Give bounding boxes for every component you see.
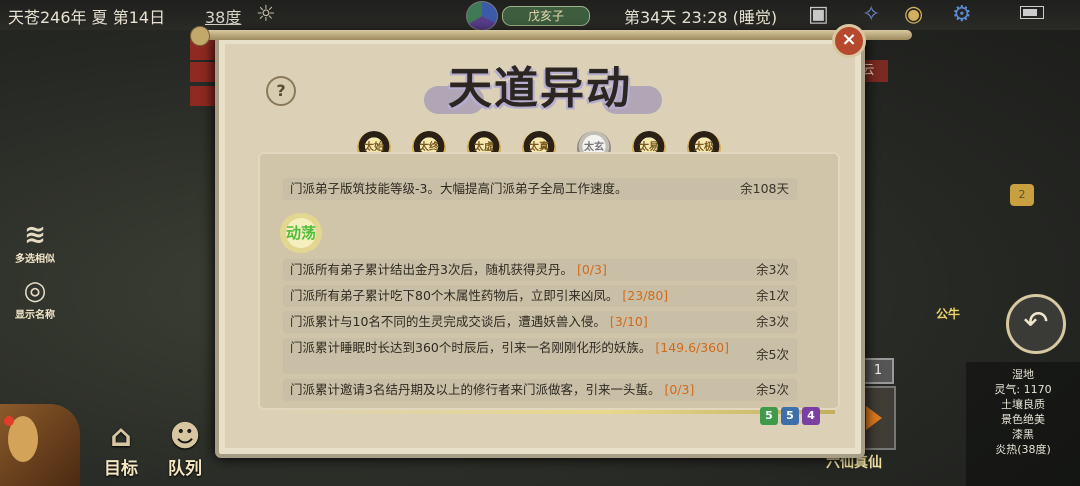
multi-select-label: 多选相似 (15, 254, 55, 265)
chip-green[interactable]: 5 (760, 407, 778, 425)
tile-soil: 土壤良质 (1001, 398, 1045, 411)
gear-icon[interactable]: ⚙ (952, 2, 972, 27)
condition-remaining: 余3次 (756, 262, 789, 277)
condition-remaining: 余1次 (756, 288, 789, 303)
battery-icon (1020, 6, 1044, 19)
temperature[interactable]: 38度 (205, 4, 241, 28)
tile-light: 漆黑 (1012, 428, 1034, 441)
show-names-label: 显示名称 (15, 310, 55, 321)
footer-glow-bar (265, 410, 835, 414)
tile-qi: 灵气: 1170 (994, 383, 1052, 396)
tile-temperature: 炎热(38度) (995, 443, 1051, 456)
bg-tag[interactable] (190, 86, 216, 106)
bg-tag[interactable] (190, 62, 216, 82)
multi-select-button[interactable]: ≋ 多选相似 (10, 220, 60, 265)
chip-purple[interactable]: 4 (802, 407, 820, 425)
scroll-rail (196, 30, 912, 40)
condition-progress: [3/10] (609, 314, 648, 329)
condition-text: 门派所有弟子累计吃下80个木属性药物后，立即引来凶凤。 (290, 288, 619, 303)
sect-tag[interactable]: 戊亥子 (502, 6, 590, 26)
condition-progress: [23/80] (622, 288, 669, 303)
dialog-title: 天道异动 (448, 63, 632, 114)
status-badge: 动荡 (279, 213, 323, 253)
spirit-icon[interactable]: ✧ (862, 2, 880, 27)
show-names-button[interactable]: ◎ 显示名称 (10, 276, 60, 321)
target-label: 目标 (104, 459, 138, 479)
ox-label[interactable]: 公牛 (936, 305, 960, 322)
queue-label: 队列 (168, 459, 202, 479)
effect-text: 门派弟子版筑技能等级-3。大幅提高门派弟子全局工作速度。 (290, 181, 628, 196)
condition-progress: [0/3] (576, 262, 607, 277)
people-icon: ☻ (169, 419, 201, 454)
condition-text: 门派累计与10名不同的生灵完成交谈后，遭遇妖兽入侵。 (290, 314, 606, 329)
game-time: 第34天 23:28 (睡觉) (624, 8, 778, 27)
queue-number[interactable]: 1 (862, 358, 894, 384)
notification-dot (4, 416, 14, 426)
condition-row: 门派累计睡眠时长达到360个时辰后，引来一名刚刚化形的妖族。 [149.6/36… (283, 338, 797, 374)
eye-icon: ◎ (23, 276, 47, 306)
status-bar: 天苍246年 夏 第14日 38度 ☼ 戊亥子 第34天 23:28 (睡觉) … (0, 0, 1080, 31)
back-arrow-icon: ↶ (1023, 305, 1049, 340)
condition-remaining: 余5次 (756, 347, 789, 362)
chat-bubble[interactable]: 2 (1010, 184, 1034, 206)
rail-knob-left (190, 26, 210, 46)
yinyang-icon[interactable] (466, 1, 498, 31)
condition-row: 门派所有弟子累计结出金丹3次后，随机获得灵丹。 [0/3] 余3次 (283, 259, 797, 281)
chip-blue[interactable]: 5 (781, 407, 799, 425)
condition-text: 门派累计邀请3名结丹期及以上的修行者来门派做客，引来一头蜇。 (290, 382, 661, 397)
queue-button[interactable]: ☻ 队列 (168, 419, 202, 480)
condition-row: 门派累计与10名不同的生灵完成交谈后，遭遇妖兽入侵。 [3/10] 余3次 (283, 311, 797, 333)
tile-info-panel: 湿地 灵气: 1170 土壤良质 景色绝美 漆黑 炎热(38度) (966, 362, 1080, 486)
tile-scenery: 景色绝美 (1001, 413, 1045, 426)
help-button[interactable]: ? (266, 76, 296, 106)
condition-progress: [0/3] (664, 382, 695, 397)
condition-text: 门派所有弟子累计结出金丹3次后，随机获得灵丹。 (290, 262, 573, 277)
effect-row: 门派弟子版筑技能等级-3。大幅提高门派弟子全局工作速度。 余108天 (283, 178, 797, 200)
save-icon[interactable]: ▣ (808, 2, 829, 27)
house-icon: ⌂ (110, 419, 132, 454)
back-button[interactable]: ↶ (1006, 294, 1066, 354)
sun-icon[interactable]: ☼ (256, 2, 276, 27)
close-button[interactable]: × (832, 24, 866, 58)
condition-remaining: 余3次 (756, 314, 789, 329)
condition-progress: [149.6/360] (655, 340, 729, 355)
layers-icon: ≋ (24, 220, 46, 250)
condition-text: 门派累计睡眠时长达到360个时辰后，引来一名刚刚化形的妖族。 (290, 340, 652, 355)
tile-terrain: 湿地 (1012, 368, 1034, 381)
game-date: 天苍246年 夏 第14日 (8, 8, 166, 27)
condition-row: 门派所有弟子累计吃下80个木属性药物后，立即引来凶凤。 [23/80] 余1次 (283, 285, 797, 307)
effect-remaining: 余108天 (740, 181, 789, 196)
condition-remaining: 余5次 (756, 382, 789, 397)
condition-row: 门派累计邀请3名结丹期及以上的修行者来门派做客，引来一头蜇。 [0/3] 余5次 (283, 379, 797, 401)
target-button[interactable]: ⌂ 目标 (104, 419, 138, 480)
palette-icon[interactable]: ◉ (904, 2, 923, 27)
